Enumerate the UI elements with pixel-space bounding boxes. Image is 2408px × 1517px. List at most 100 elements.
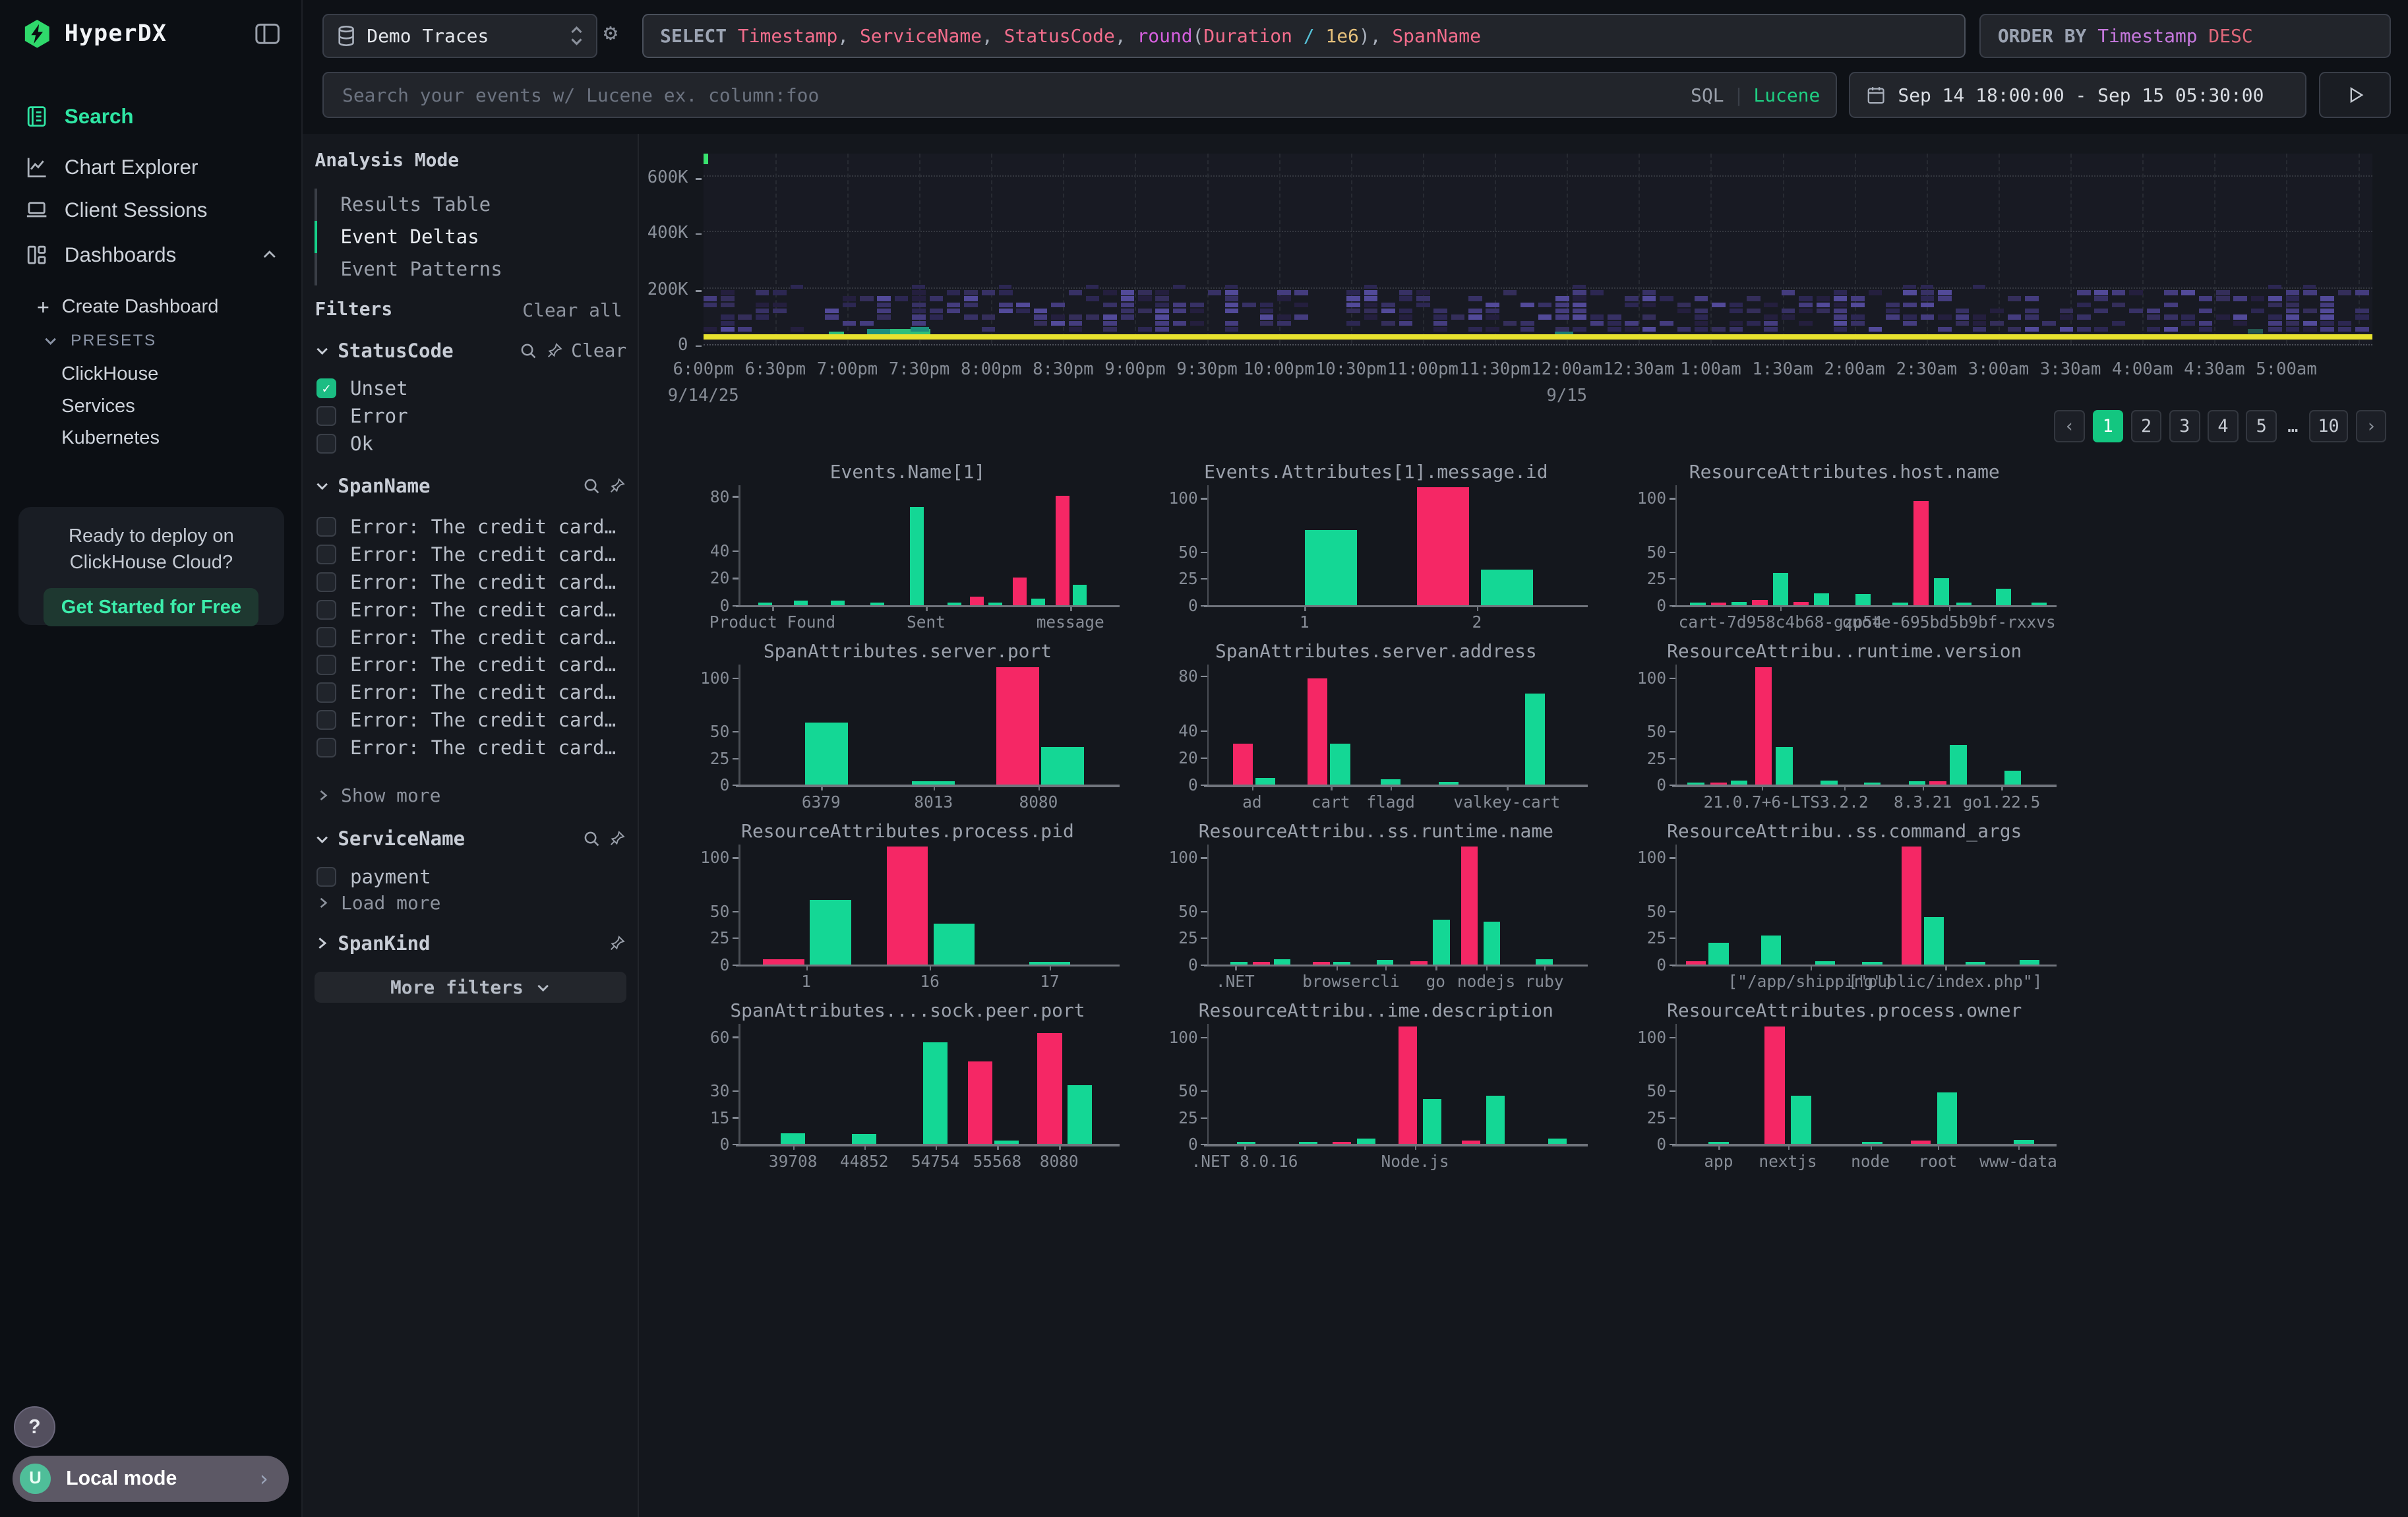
- filter-option[interactable]: ✓Unset: [316, 374, 626, 402]
- sidebar-item-dashboards[interactable]: Dashboards: [0, 233, 303, 276]
- sidebar-item-clickhouse[interactable]: ClickHouse: [0, 358, 303, 390]
- filter-option[interactable]: payment: [316, 863, 626, 891]
- sidebar-item-services[interactable]: Services: [0, 390, 303, 423]
- page-button-4[interactable]: 4: [2208, 410, 2239, 442]
- mini-chart-4[interactable]: SpanAttributes.server.port02550100637980…: [683, 640, 1131, 812]
- presets-toggle[interactable]: PRESETS: [0, 326, 303, 357]
- checkbox-icon[interactable]: [316, 545, 336, 564]
- bar-green: [2004, 771, 2022, 785]
- heatmap-cell: [1660, 296, 1673, 301]
- mini-chart-2[interactable]: Events.Attributes[1].message.id025501001…: [1152, 461, 1600, 633]
- filter-option[interactable]: Ok: [316, 430, 626, 458]
- checkbox-icon[interactable]: [316, 627, 336, 647]
- load-more-link[interactable]: Load more: [316, 892, 441, 914]
- mini-chart-7[interactable]: ResourceAttributes.process.pid0255010011…: [683, 820, 1131, 992]
- source-select[interactable]: Demo Traces: [322, 14, 597, 59]
- mini-chart-9[interactable]: ResourceAttribu..ss.command_args02550100…: [1620, 820, 2068, 992]
- checkbox-icon[interactable]: [316, 682, 336, 702]
- sql-mode-toggle[interactable]: SQL: [1691, 84, 1724, 106]
- order-by-editor[interactable]: ORDER BY Timestamp DESC: [1979, 14, 2391, 59]
- mini-chart-11[interactable]: ResourceAttribu..ime.description02550100…: [1152, 999, 1600, 1172]
- chevron-down-icon[interactable]: [315, 478, 330, 493]
- show-more-link[interactable]: Show more: [316, 785, 441, 806]
- page-button-3[interactable]: 3: [2169, 410, 2200, 442]
- chevron-up-icon[interactable]: [261, 247, 278, 264]
- filter-option[interactable]: Error: The credit card (…: [316, 624, 626, 651]
- search-input[interactable]: [339, 83, 1691, 108]
- pin-icon[interactable]: [608, 829, 626, 848]
- checkbox-icon[interactable]: [316, 655, 336, 674]
- date-range-picker[interactable]: Sep 14 18:00:00 - Sep 15 05:30:00: [1849, 72, 2306, 118]
- analysis-mode-option[interactable]: Event Deltas: [315, 221, 622, 253]
- mini-chart-5[interactable]: SpanAttributes.server.address0204080adca…: [1152, 640, 1600, 812]
- sidebar-item-search[interactable]: Search: [0, 95, 303, 138]
- mini-chart-12[interactable]: ResourceAttributes.process.owner02550100…: [1620, 999, 2068, 1172]
- checkbox-icon[interactable]: [316, 434, 336, 454]
- search-icon[interactable]: [582, 829, 601, 848]
- local-mode-menu[interactable]: U Local mode ›: [13, 1456, 289, 1502]
- filter-option[interactable]: Error: The credit card (…: [316, 541, 626, 568]
- gear-icon[interactable]: ⚙: [603, 20, 617, 46]
- get-started-button[interactable]: Get Started for Free: [44, 588, 258, 626]
- more-filters-button[interactable]: More filters: [315, 972, 626, 1003]
- filter-option[interactable]: Error: The credit card (…: [316, 651, 626, 679]
- filter-option[interactable]: Error: The credit card (…: [316, 596, 626, 624]
- checkbox-icon[interactable]: [316, 572, 336, 592]
- collapse-sidebar-icon[interactable]: [255, 23, 280, 45]
- filter-option[interactable]: Error: The credit card (…: [316, 734, 626, 761]
- page-button-1[interactable]: 1: [2093, 410, 2124, 442]
- mini-chart-1[interactable]: Events.Name[1]0204080Product FoundSentme…: [683, 461, 1131, 633]
- page-button-2[interactable]: 2: [2131, 410, 2162, 442]
- checkbox-checked-icon[interactable]: ✓: [316, 378, 336, 398]
- filter-group-name[interactable]: SpanKind: [338, 932, 430, 955]
- mini-chart-10[interactable]: SpanAttributes....sock.peer.port01530603…: [683, 999, 1131, 1172]
- filter-group-name[interactable]: StatusCode: [338, 340, 453, 362]
- heatmap-cell: [756, 314, 769, 319]
- filter-option[interactable]: Error: The credit card (…: [316, 678, 626, 706]
- checkbox-icon[interactable]: [316, 600, 336, 620]
- checkbox-icon[interactable]: [316, 710, 336, 730]
- clear-all-filters-button[interactable]: Clear all: [522, 299, 622, 321]
- create-dashboard-button[interactable]: + Create Dashboard: [0, 290, 303, 324]
- sidebar-item-chart-explorer[interactable]: Chart Explorer: [0, 146, 303, 189]
- filter-option[interactable]: Error: The credit card (…: [316, 706, 626, 734]
- analysis-mode-option[interactable]: Event Patterns: [315, 253, 622, 285]
- checkbox-icon[interactable]: [316, 406, 336, 426]
- chevron-down-icon[interactable]: [315, 343, 330, 358]
- checkbox-icon[interactable]: [316, 867, 336, 887]
- pin-icon[interactable]: [608, 477, 626, 495]
- pin-icon[interactable]: [545, 342, 564, 360]
- checkbox-icon[interactable]: [316, 517, 336, 537]
- x-axis-tick: [1718, 1145, 1720, 1150]
- filter-group-name[interactable]: ServiceName: [338, 827, 465, 850]
- page-prev-button[interactable]: ‹: [2054, 410, 2085, 442]
- events-heatmap[interactable]: [704, 154, 2373, 345]
- filter-option[interactable]: Error: [316, 402, 626, 430]
- chevron-down-icon[interactable]: [315, 831, 330, 847]
- mini-chart-3[interactable]: ResourceAttributes.host.name02550100cart…: [1620, 461, 2068, 633]
- heatmap-cell: [964, 303, 978, 307]
- page-button-10[interactable]: 10: [2309, 410, 2349, 442]
- heatmap-cell: [1208, 290, 1222, 295]
- sql-select-editor[interactable]: SELECT Timestamp, ServiceName, StatusCod…: [642, 14, 1966, 59]
- chevron-right-icon[interactable]: [315, 936, 330, 951]
- search-icon[interactable]: [582, 477, 601, 495]
- filter-group-name[interactable]: SpanName: [338, 475, 430, 497]
- page-next-button[interactable]: ›: [2356, 410, 2387, 442]
- help-button[interactable]: ?: [14, 1406, 55, 1448]
- sidebar-item-client-sessions[interactable]: Client Sessions: [0, 189, 303, 231]
- page-button-5[interactable]: 5: [2246, 410, 2277, 442]
- filter-option[interactable]: Error: The credit card (…: [316, 568, 626, 596]
- checkbox-icon[interactable]: [316, 738, 336, 758]
- bar-green: [1708, 1142, 1728, 1144]
- analysis-mode-option[interactable]: Results Table: [315, 189, 622, 221]
- sidebar-item-kubernetes[interactable]: Kubernetes: [0, 423, 303, 455]
- mini-chart-8[interactable]: ResourceAttribu..ss.runtime.name02550100…: [1152, 820, 1600, 992]
- lucene-mode-toggle[interactable]: Lucene: [1753, 84, 1820, 106]
- run-query-button[interactable]: [2319, 72, 2391, 118]
- filter-option[interactable]: Error: The credit card (…: [316, 513, 626, 541]
- pin-icon[interactable]: [608, 934, 626, 953]
- search-icon[interactable]: [519, 342, 537, 360]
- mini-chart-6[interactable]: ResourceAttribu..runtime.version02550100…: [1620, 640, 2068, 812]
- y-axis-tick: [696, 178, 702, 179]
